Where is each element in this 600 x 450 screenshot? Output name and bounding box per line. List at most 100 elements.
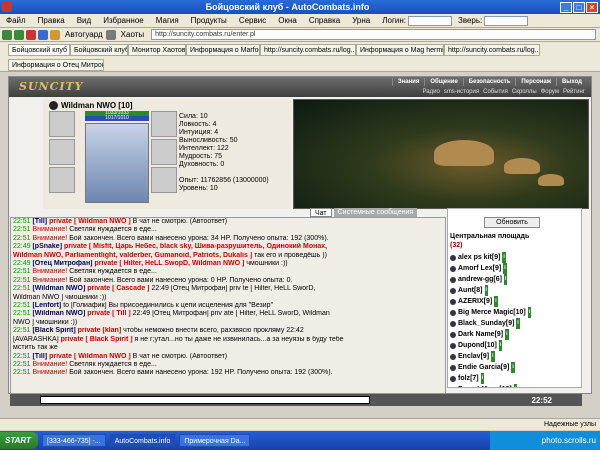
message-private-tag[interactable]: private [ Cascade ] — [87, 285, 151, 292]
refresh-button[interactable]: Обновить — [484, 217, 540, 228]
message-private-tag[interactable]: private [klan] — [78, 327, 124, 334]
subnav-radio[interactable]: Радио — [420, 88, 441, 96]
menu-view[interactable]: Вид — [71, 16, 97, 25]
info-icon[interactable]: i — [484, 285, 488, 296]
autoguard-button[interactable]: Автогуард — [65, 30, 103, 39]
message-author[interactable]: [Lenfort] — [32, 302, 63, 309]
subnav-forum[interactable]: Форум — [539, 88, 561, 96]
nav-character[interactable]: Персонаж — [515, 78, 556, 86]
info-icon[interactable]: i — [491, 351, 495, 362]
message-private-tag[interactable]: Wildman NWO, Parliamentlight, valderber,… — [13, 252, 254, 259]
user-name[interactable]: Enclav — [458, 351, 481, 362]
back-icon[interactable] — [2, 29, 12, 40]
user-name[interactable]: folz — [458, 373, 470, 384]
menu-edit[interactable]: Правка — [32, 16, 71, 25]
menu-magic[interactable]: Магия — [150, 16, 185, 25]
user-name[interactable]: Aunt — [458, 285, 474, 296]
tab-log-1[interactable]: http://suncity.combats.ru/log... — [260, 44, 356, 56]
tab-chaos-monitor[interactable]: Монитор Хаотов — [128, 44, 186, 56]
subnav-sms[interactable]: sms-история — [442, 88, 481, 96]
info-icon[interactable]: i — [480, 373, 485, 384]
tab-combats-1[interactable]: Бойцовский клуб — [8, 44, 70, 56]
message-author[interactable]: [Wildman NWO] — [32, 285, 87, 292]
subnav-events[interactable]: События — [481, 88, 510, 96]
equip-slot-weapon[interactable] — [151, 111, 177, 137]
message-private-tag[interactable]: private [ Black Spirit ] — [61, 336, 135, 343]
menu-products[interactable]: Продукты — [185, 16, 233, 25]
online-user[interactable]: Enclav [9] i — [450, 351, 531, 362]
online-user[interactable]: Endie Garcia [9] i — [450, 362, 531, 373]
message-author[interactable]: [Till] — [32, 218, 49, 225]
user-name[interactable]: Amorf Lex — [458, 263, 493, 274]
login-field[interactable] — [407, 15, 452, 26]
online-user[interactable]: alex ps kit [9] i — [450, 252, 531, 263]
user-name[interactable]: andrew-gg — [458, 274, 493, 285]
equip-slot-gloves[interactable] — [151, 139, 177, 165]
close-button[interactable]: × — [586, 1, 598, 13]
info-icon[interactable]: i — [527, 307, 532, 318]
nav-security[interactable]: Безопасность — [462, 78, 516, 86]
menu-windows[interactable]: Окна — [272, 16, 303, 25]
message-private-tag[interactable]: private [ Wildman NWO ] — [49, 353, 133, 360]
nav-exit[interactable]: Выход — [555, 78, 587, 86]
taskbar-item-3[interactable]: Примерочная Da... — [179, 434, 251, 447]
nav-communication[interactable]: Общение — [424, 78, 462, 86]
tab-info-mag-hermit[interactable]: Информация о Mag hermit — [356, 44, 444, 56]
start-button[interactable]: START — [0, 432, 38, 449]
info-icon[interactable]: i — [516, 318, 520, 329]
menu-favorites[interactable]: Избранное — [97, 16, 150, 25]
user-name[interactable]: AZERIX — [458, 296, 484, 307]
tab-combats-2[interactable]: Бойцовский клуб — [70, 44, 128, 56]
info-icon[interactable]: i — [503, 263, 507, 274]
info-icon[interactable]: i — [505, 329, 509, 340]
message-private-tag[interactable]: private [ Till ] — [87, 310, 132, 317]
maximize-button[interactable]: □ — [573, 1, 585, 13]
equip-slot-armor[interactable] — [49, 139, 75, 165]
chat-input[interactable] — [40, 396, 370, 404]
info-icon[interactable]: i — [503, 274, 508, 285]
info-icon[interactable]: i — [511, 362, 515, 373]
equip-slot-helmet[interactable] — [49, 111, 75, 137]
online-user[interactable]: AZERIX [9] i — [450, 296, 531, 307]
home-icon[interactable] — [50, 29, 60, 40]
info-icon[interactable]: i — [498, 340, 503, 351]
user-name[interactable]: Dupond — [458, 340, 484, 351]
stop-icon[interactable] — [26, 29, 36, 40]
equip-slot-boots[interactable] — [151, 167, 177, 193]
online-user[interactable]: Aunt [8] i — [450, 285, 531, 296]
user-name[interactable]: Endie Garcia — [458, 362, 501, 373]
minimize-button[interactable]: _ — [560, 1, 572, 13]
message-private-tag[interactable]: private [ Misfit, Царь Небес, black sky,… — [64, 243, 327, 250]
equip-slot-belt[interactable] — [49, 167, 75, 193]
nav-knowledge[interactable]: Знания — [391, 78, 425, 86]
subnav-rating[interactable]: Рейтинг — [561, 88, 587, 96]
online-user[interactable]: folz [7] i — [450, 373, 531, 384]
address-bar[interactable]: http://suncity.combats.ru/enter.pl — [151, 29, 596, 40]
message-author[interactable]: [Wildman NWO] — [32, 310, 87, 317]
online-user[interactable]: Dupond [10] i — [450, 340, 531, 351]
taskbar-item-2[interactable]: AutoCombats.info — [109, 434, 176, 447]
message-author[interactable]: [pSnake] — [32, 243, 64, 250]
user-name[interactable]: Forest Mage — [458, 384, 499, 387]
info-icon[interactable]: i — [494, 296, 498, 307]
message-private-tag[interactable]: private [ Wildman NWO ] — [49, 218, 133, 225]
refresh-icon[interactable] — [38, 29, 48, 40]
taskbar-item-1[interactable]: [333-466-735] -... — [42, 434, 106, 447]
online-user[interactable]: Big Merce Magic [10] i — [450, 307, 532, 318]
menu-bin[interactable]: Урна — [346, 16, 376, 25]
online-user[interactable]: Forest Mage[10]i — [450, 384, 531, 387]
online-user[interactable]: Dark Name [9] i — [450, 329, 531, 340]
tab-log-2[interactable]: http://suncity.combats.ru/log... — [444, 44, 540, 56]
online-user[interactable]: Amorf Lex [9] i — [450, 263, 531, 274]
menu-file[interactable]: Файл — [0, 16, 32, 25]
user-name[interactable]: alex ps kit — [458, 252, 492, 263]
chaos-button[interactable]: Хаоты — [121, 30, 144, 39]
menu-help[interactable]: Справка — [303, 16, 346, 25]
subnav-scrolls[interactable]: Скроллы — [510, 88, 539, 96]
online-user[interactable]: Black_Sunday [9] i — [450, 318, 531, 329]
tab-chat[interactable]: Чат — [310, 208, 332, 217]
info-icon[interactable]: i — [513, 384, 518, 387]
info-icon[interactable]: i — [502, 252, 506, 263]
message-author[interactable]: [Black Spirit] — [32, 327, 77, 334]
message-author[interactable]: [Отец Митрофан] — [32, 260, 94, 267]
